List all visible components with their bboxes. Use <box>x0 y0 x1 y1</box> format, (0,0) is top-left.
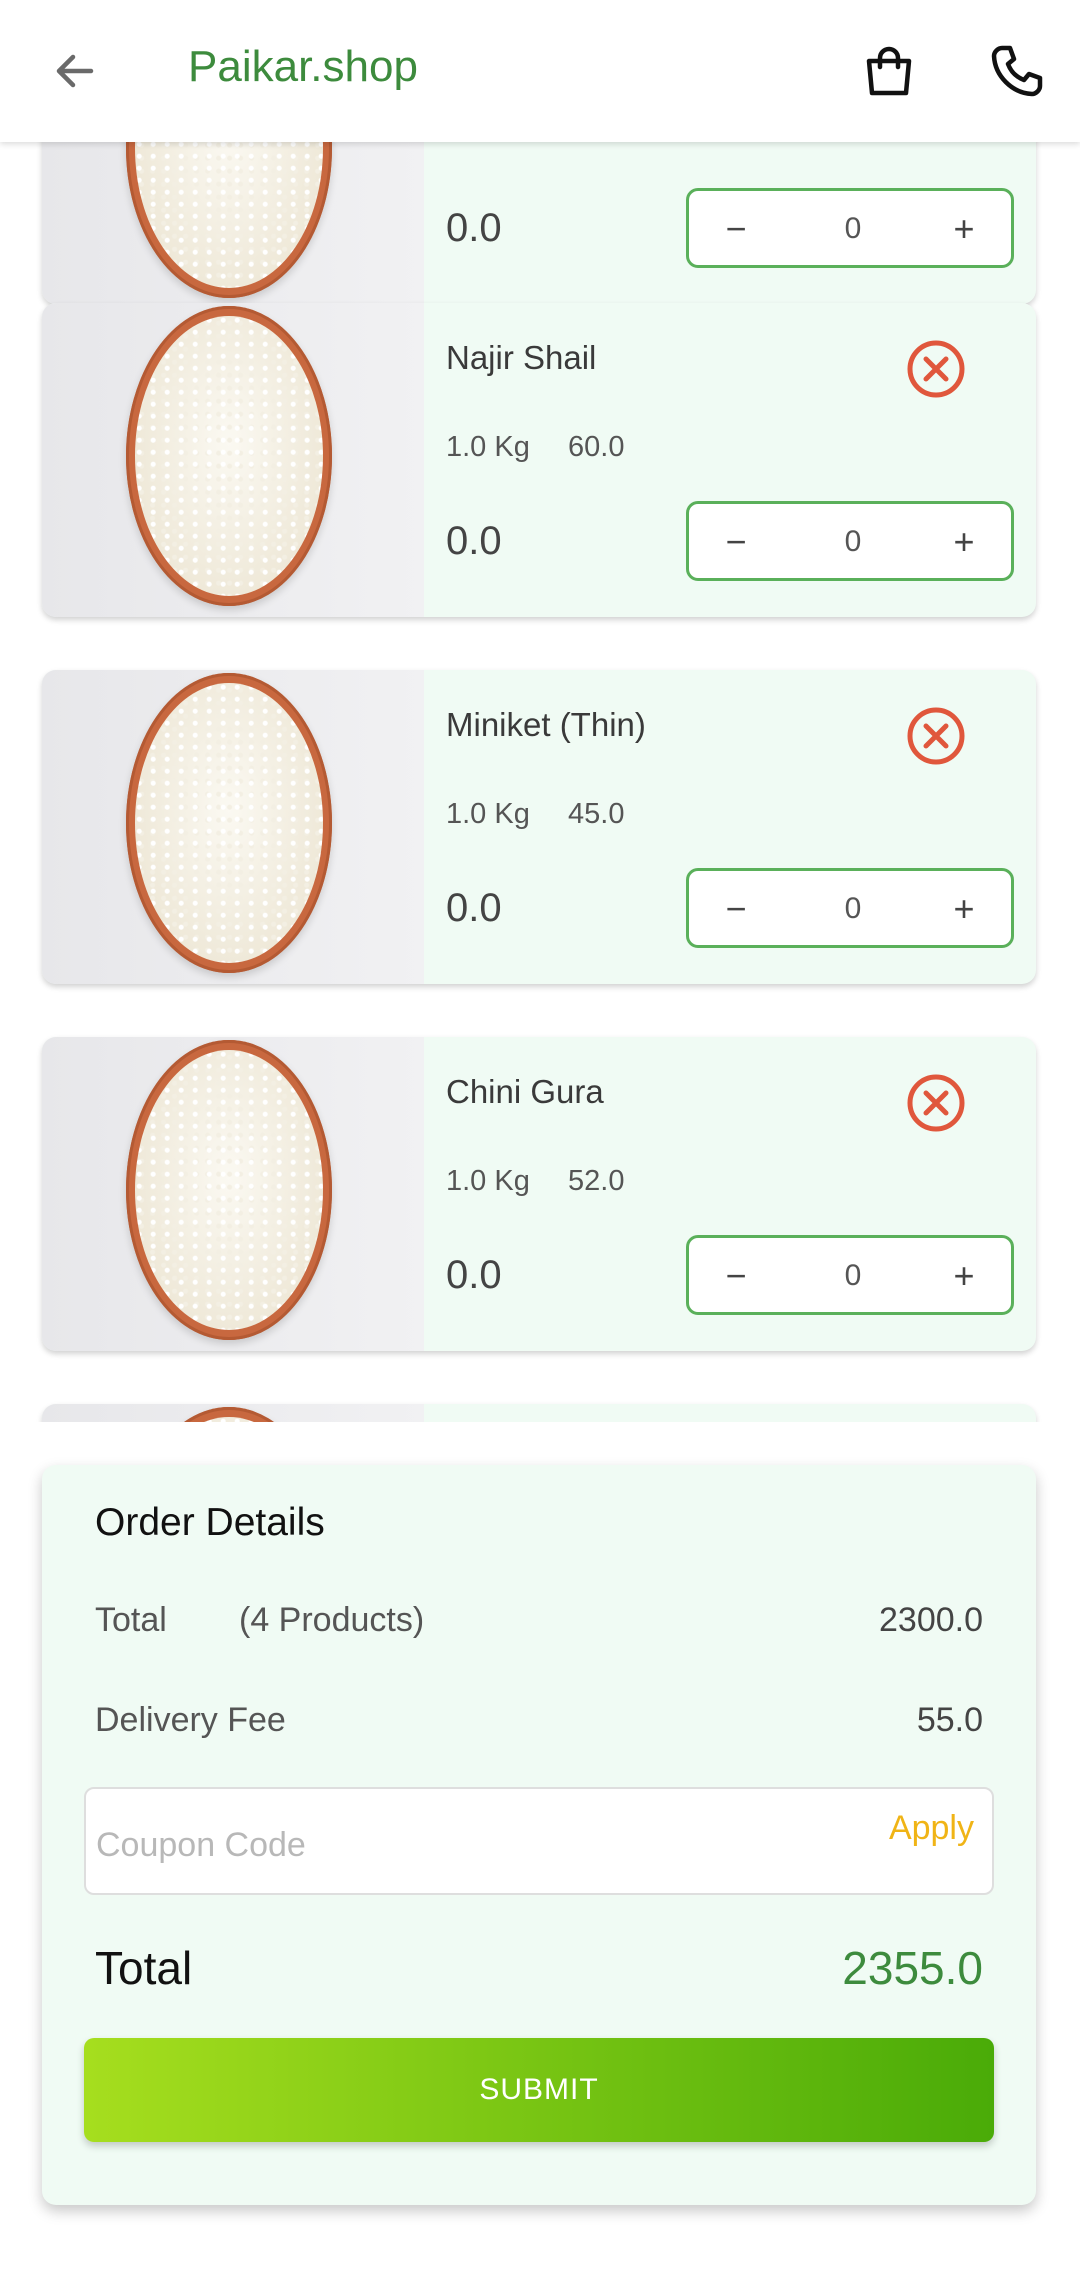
cart-list[interactable]: 0.0 − 0 + Najir Shail 1.0 Kg 60.0 0.0 − … <box>0 142 1080 1422</box>
item-subtotal: 0.0 <box>446 1253 502 1297</box>
decrease-button[interactable]: − <box>711 512 761 572</box>
product-weight: 1.0 Kg <box>446 431 530 463</box>
quantity-value: 0 <box>844 1259 862 1292</box>
product-image <box>42 670 424 984</box>
rice-bowl-image <box>126 1040 332 1340</box>
item-subtotal: 0.0 <box>446 886 502 930</box>
quantity-stepper[interactable]: − 0 + <box>686 868 1014 948</box>
remove-item-button[interactable] <box>906 706 966 766</box>
submit-button[interactable]: SUBMIT <box>84 2038 994 2142</box>
total-label: Total <box>95 1601 167 1639</box>
product-image <box>42 303 424 617</box>
increase-button[interactable]: + <box>939 199 989 259</box>
grand-total-label: Total <box>95 1942 193 1994</box>
increase-button[interactable]: + <box>939 1246 989 1306</box>
quantity-value: 0 <box>844 892 862 925</box>
decrease-button[interactable]: − <box>711 879 761 939</box>
cart-item-card: 0.0 − 0 + <box>42 142 1036 304</box>
close-circle-icon <box>907 340 965 398</box>
quantity-value: 0 <box>844 212 862 245</box>
product-weight: 1.0 Kg <box>446 1165 530 1197</box>
grand-total-value: 2355.0 <box>842 1942 983 1994</box>
cart-item-card: Miniket (Thin) 1.0 Kg 45.0 0.0 − 0 + <box>42 670 1036 984</box>
rice-bowl-image <box>126 1407 332 1422</box>
rice-bowl-image <box>126 306 332 606</box>
product-weight: 1.0 Kg <box>446 798 530 830</box>
quantity-stepper[interactable]: − 0 + <box>686 188 1014 268</box>
total-value: 2300.0 <box>879 1601 983 1639</box>
item-subtotal: 0.0 <box>446 519 502 563</box>
product-count: (4 Products) <box>239 1601 425 1639</box>
cart-button[interactable] <box>852 34 926 108</box>
coupon-box: Apply <box>84 1787 994 1895</box>
increase-button[interactable]: + <box>939 879 989 939</box>
increase-button[interactable]: + <box>939 512 989 572</box>
order-details-heading: Order Details <box>95 1501 325 1544</box>
rice-bowl-image <box>126 142 332 298</box>
quantity-stepper[interactable]: − 0 + <box>686 501 1014 581</box>
close-circle-icon <box>907 1074 965 1132</box>
cart-item-card: Najir Shail 1.0 Kg 60.0 0.0 − 0 + <box>42 303 1036 617</box>
cart-item-card: Chini Gura 1.0 Kg 52.0 0.0 − 0 + <box>42 1037 1036 1351</box>
product-image <box>42 1037 424 1351</box>
close-circle-icon <box>907 707 965 765</box>
product-price: 45.0 <box>568 798 625 830</box>
item-subtotal: 0.0 <box>446 206 502 250</box>
product-image <box>42 1404 424 1422</box>
remove-item-button[interactable] <box>906 339 966 399</box>
decrease-button[interactable]: − <box>711 1246 761 1306</box>
quantity-value: 0 <box>844 525 862 558</box>
product-price: 60.0 <box>568 431 625 463</box>
phone-icon <box>991 45 1043 97</box>
app-bar: Paikar.shop <box>0 0 1080 142</box>
apply-coupon-button[interactable]: Apply <box>889 1809 974 1848</box>
decrease-button[interactable]: − <box>711 199 761 259</box>
order-details-panel: Order Details Total (4 Products) 2300.0 … <box>42 1465 1036 2205</box>
rice-bowl-image <box>126 673 332 973</box>
back-button[interactable] <box>40 36 110 106</box>
cart-item-card <box>42 1404 1036 1422</box>
remove-item-button[interactable] <box>906 1073 966 1133</box>
product-name: Najir Shail <box>446 339 597 376</box>
product-name: Miniket (Thin) <box>446 706 646 743</box>
call-button[interactable] <box>980 34 1054 108</box>
delivery-fee-label: Delivery Fee <box>95 1701 286 1739</box>
product-image <box>42 142 424 304</box>
shopping-bag-icon <box>866 46 912 96</box>
delivery-fee-value: 55.0 <box>916 1701 983 1739</box>
product-name: Chini Gura <box>446 1073 604 1110</box>
quantity-stepper[interactable]: − 0 + <box>686 1235 1014 1315</box>
product-price: 52.0 <box>568 1165 625 1197</box>
coupon-code-input[interactable] <box>94 1809 858 1881</box>
app-title: Paikar.shop <box>188 42 418 91</box>
arrow-left-icon <box>56 54 94 88</box>
